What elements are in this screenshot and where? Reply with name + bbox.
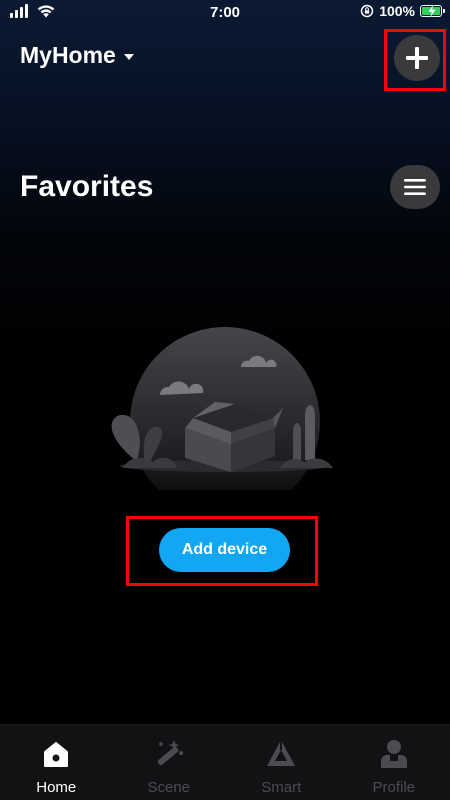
favorites-title: Favorites [20, 170, 154, 203]
tab-home[interactable]: Home [0, 725, 113, 800]
home-selector[interactable]: MyHome [20, 42, 134, 69]
tab-profile-label: Profile [372, 779, 416, 796]
caret-down-icon [123, 54, 134, 60]
favorites-menu-button[interactable] [390, 165, 440, 209]
magic-wand-icon [157, 740, 183, 766]
empty-box-illustration [111, 327, 333, 490]
status-right: 100% [360, 3, 445, 19]
battery-icon [420, 5, 445, 17]
bottom-nav: Home Scene Smart Profile [0, 724, 450, 800]
smart-triangle-icon [267, 740, 296, 766]
rotation-lock-icon [360, 4, 374, 18]
hamburger-icon [404, 179, 426, 195]
battery-percent: 100% [379, 3, 415, 19]
highlight-box-add [384, 29, 446, 91]
tab-smart[interactable]: Smart [225, 725, 338, 800]
status-bar: 7:00 100% [0, 0, 450, 26]
home-icon [44, 742, 69, 767]
tab-profile[interactable]: Profile [338, 725, 450, 800]
home-name: MyHome [20, 42, 116, 68]
tab-scene[interactable]: Scene [113, 725, 226, 800]
tab-home-label: Home [36, 779, 77, 796]
tab-smart-label: Smart [261, 779, 302, 796]
highlight-box-add-device [126, 516, 318, 586]
tab-scene-label: Scene [147, 779, 191, 796]
profile-icon [380, 740, 407, 768]
